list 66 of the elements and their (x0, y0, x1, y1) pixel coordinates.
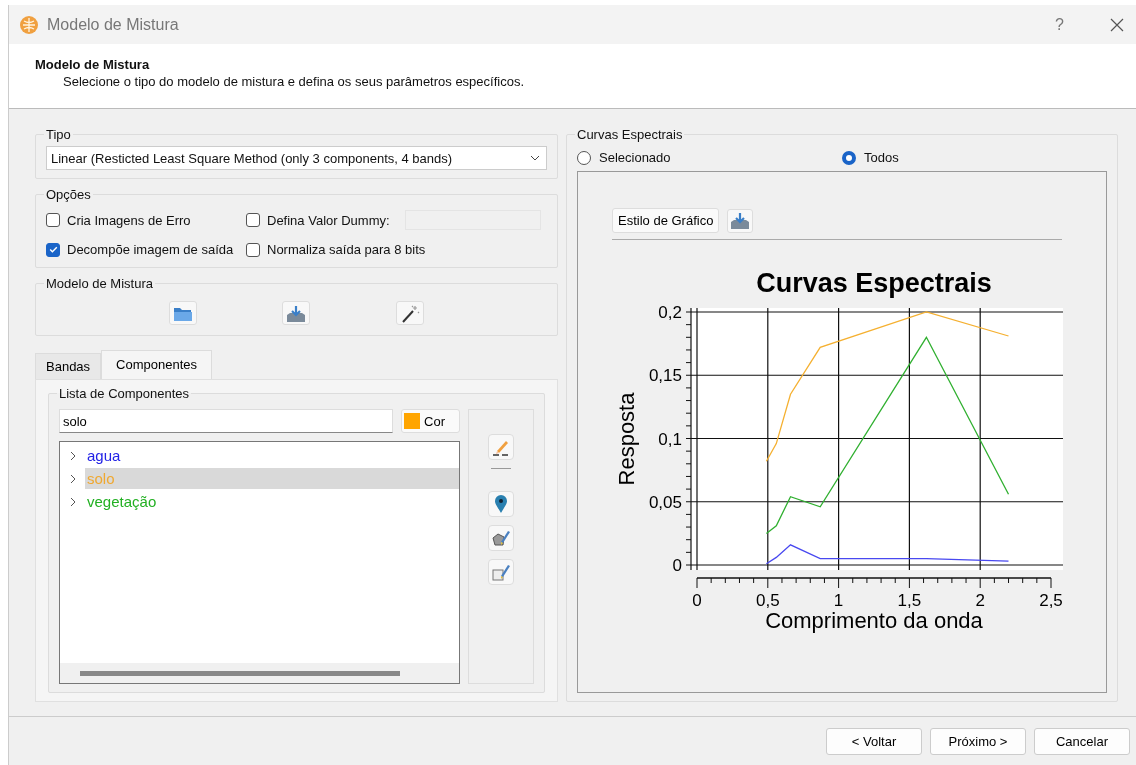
chevron-icon[interactable] (69, 495, 77, 508)
folder-icon (172, 305, 193, 323)
scrollbar-thumb[interactable] (80, 670, 400, 676)
export-button[interactable] (727, 208, 754, 233)
y-tick-label: 0,15 (648, 366, 682, 386)
y-tick-label: 0,05 (648, 492, 682, 512)
x-tick-label: 2 (975, 591, 985, 610)
group-label: Opções (45, 187, 92, 202)
group-label: Lista de Componentes (58, 386, 191, 401)
save-button[interactable] (282, 301, 311, 325)
y-tick-label: 0 (672, 556, 682, 575)
polygon-pencil-icon (491, 528, 511, 548)
checkbox-label: Cria Imagens de Erro (67, 212, 191, 228)
checkbox-label: Decompõe imagem de saída (67, 242, 234, 257)
chevron-icon[interactable] (69, 449, 77, 462)
x-tick-label: 1,5 (897, 591, 922, 610)
tab[interactable]: Bandas (35, 353, 102, 379)
y-tick-label: 0,1 (658, 429, 682, 449)
radio-label: Todos (864, 150, 899, 165)
eraser-button[interactable] (488, 434, 514, 460)
magic-wand-button[interactable] (396, 301, 425, 325)
x-tick-label: 1 (833, 591, 844, 610)
help-button[interactable]: ? (1051, 15, 1068, 34)
wizard-button[interactable]: Próximo > (930, 727, 1026, 755)
rectangle-pencil-icon (491, 562, 511, 582)
wizard-button[interactable]: < Voltar (826, 727, 922, 755)
x-tick-label: 0,5 (756, 591, 780, 610)
polygon-button[interactable] (488, 525, 514, 551)
color-button[interactable]: Cor (401, 409, 460, 433)
tab[interactable]: Componentes (101, 350, 213, 379)
app-icon (19, 14, 39, 35)
radio-button[interactable] (577, 150, 591, 165)
y-tick-label: 0,2 (658, 303, 682, 322)
radio-label: Selecionado (599, 150, 671, 165)
x-tick-label: 0 (692, 591, 702, 610)
magic-wand-icon (400, 305, 421, 323)
window-title: Modelo de Mistura (47, 15, 179, 34)
checkbox-label: Normaliza saída para 8 bits (267, 242, 426, 257)
group-label: Modelo de Mistura (45, 276, 154, 291)
radio-button[interactable] (842, 150, 856, 165)
caret-icon (530, 155, 540, 161)
close-icon[interactable] (1110, 17, 1124, 32)
x-tick-label: 2,5 (1039, 591, 1063, 610)
checkbox[interactable] (246, 213, 260, 227)
y-axis-label: Resposta (614, 392, 639, 486)
page-subtitle: Selecione o tipo do modelo de mistura e defina os seus parâmetros específicos. (62, 74, 526, 89)
wizard-button[interactable]: Cancelar (1034, 727, 1130, 755)
group-label: Tipo (45, 127, 72, 142)
x-axis-label: Comprimento da onda (765, 608, 983, 633)
save-icon (286, 305, 307, 323)
checkbox[interactable] (246, 242, 260, 257)
chart-title: Curvas Espectrais (756, 268, 992, 298)
open-folder-button[interactable] (168, 301, 197, 325)
component-name-field[interactable]: solo (59, 409, 394, 433)
rectangle-button[interactable] (488, 559, 514, 585)
group-label: Curvas Espectrais (576, 127, 684, 142)
pin-button[interactable] (488, 491, 514, 517)
chart-style-button[interactable]: Estilo de Gráfico (612, 208, 720, 233)
type-dropdown[interactable]: Linear (Resticted Least Square Method (only 3 components, 4 bands) (46, 146, 547, 170)
chevron-icon[interactable] (69, 472, 77, 485)
page-title: Modelo de Mistura (35, 57, 151, 72)
checkbox[interactable] (46, 213, 60, 227)
save-icon (730, 211, 751, 230)
tree-item[interactable]: agua (85, 445, 459, 466)
checkbox-label: Defina Valor Dummy: (267, 212, 390, 228)
checkbox[interactable] (46, 242, 60, 257)
